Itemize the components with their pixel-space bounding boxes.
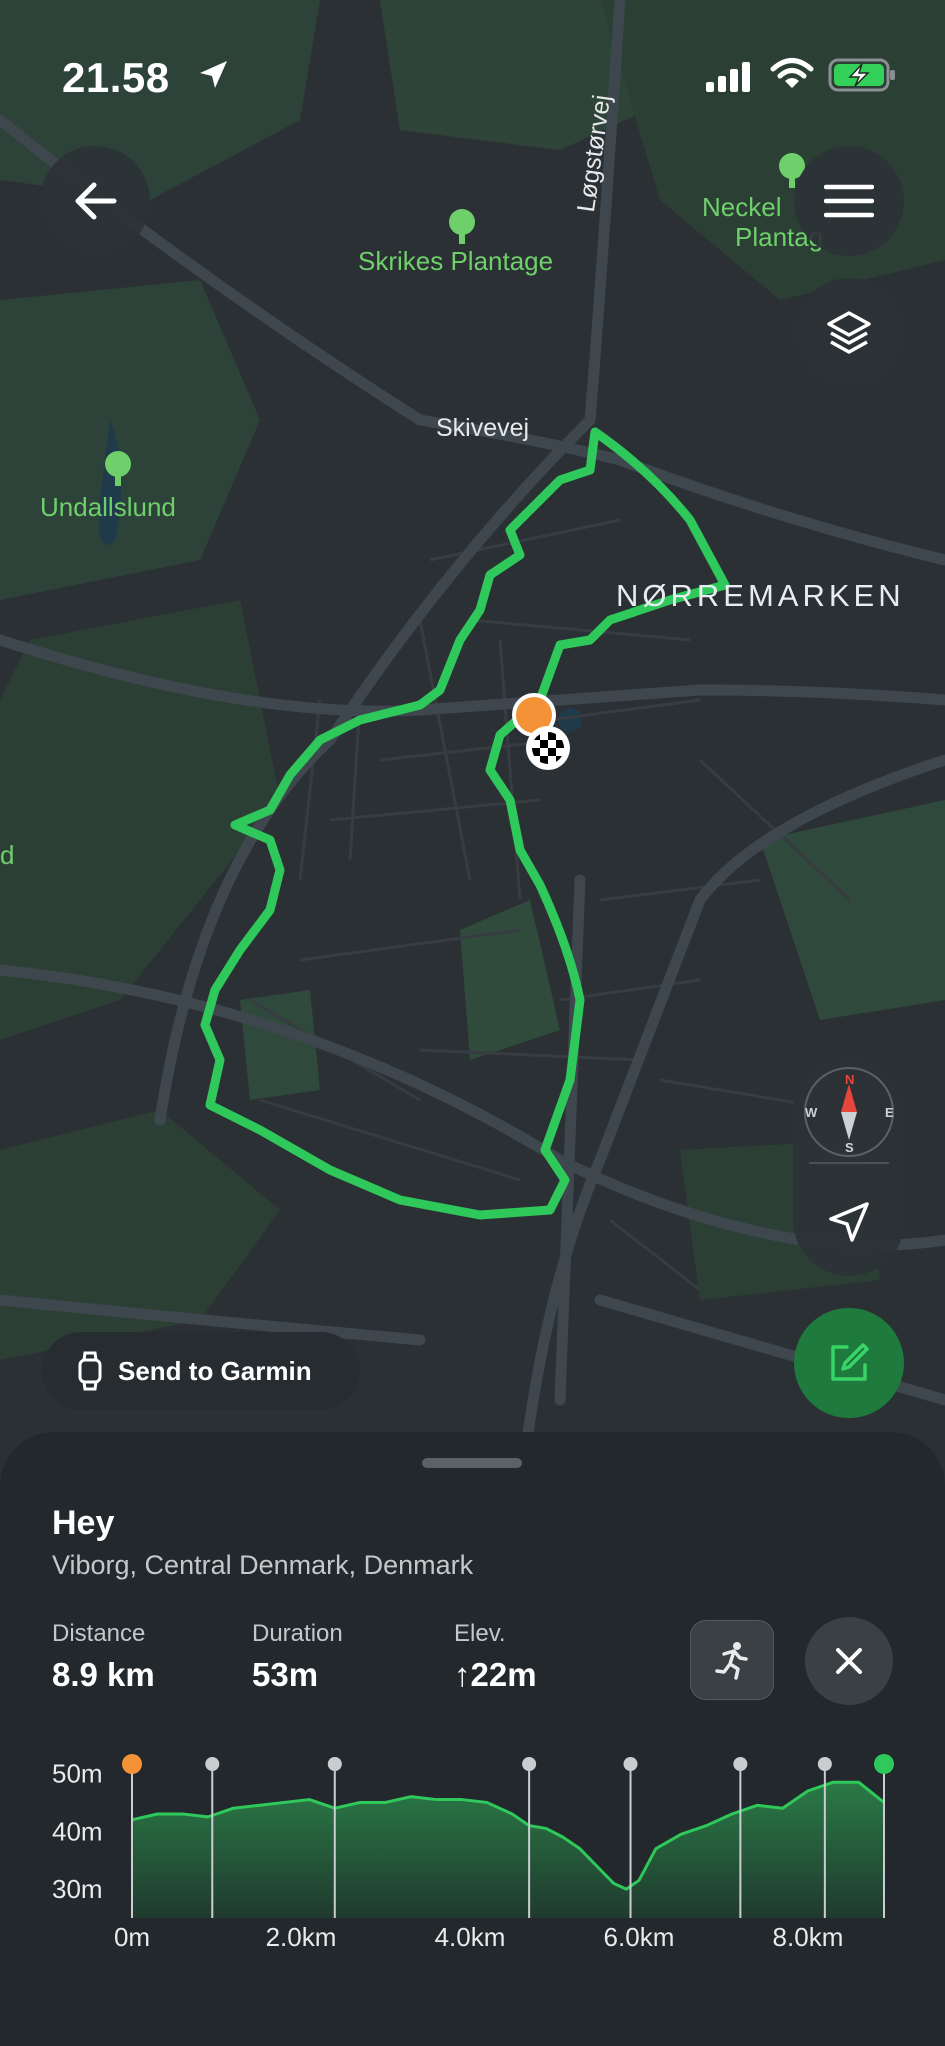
stat-elevation: Elev. ↑22m xyxy=(454,1620,537,1694)
stat-value: ↑22m xyxy=(454,1656,537,1693)
map-label-undallslund: Undallslund xyxy=(40,492,176,522)
compass-w: W xyxy=(805,1105,818,1120)
stat-value: 53m xyxy=(252,1656,319,1693)
route-title: Hey xyxy=(52,1504,115,1542)
route-location: Viborg, Central Denmark, Denmark xyxy=(52,1550,474,1580)
activity-type-button[interactable] xyxy=(690,1620,774,1700)
route-finish-flag-icon[interactable] xyxy=(526,726,570,770)
elevation-profile-chart[interactable]: 50m 40m 30m 0m 2.0km 4.0km 6.0km 8.0km xyxy=(0,1740,945,1970)
waypoint-marker xyxy=(327,1757,342,1771)
signal-icon xyxy=(706,62,750,92)
waypoint-marker xyxy=(733,1757,748,1771)
map-layers-button[interactable] xyxy=(794,278,904,388)
map-controls: N S W E xyxy=(793,1058,905,1276)
x-tick-label: 2.0km xyxy=(266,1922,337,1952)
map-label-neckel: Neckel xyxy=(702,192,782,222)
watch-icon xyxy=(78,1351,102,1391)
stat-label: Duration xyxy=(252,1620,343,1647)
waypoint-marker xyxy=(623,1757,638,1771)
map-label-edge: d xyxy=(0,840,15,870)
wifi-icon xyxy=(770,58,814,88)
sheet-drag-handle[interactable] xyxy=(422,1458,522,1468)
x-tick-label: 8.0km xyxy=(773,1922,844,1952)
edit-route-button[interactable] xyxy=(794,1308,904,1418)
x-tick-label: 0m xyxy=(114,1922,150,1952)
waypoint-marker xyxy=(874,1754,894,1774)
map-label-skivevej: Skivevej xyxy=(436,414,530,442)
divider xyxy=(809,1162,889,1164)
stat-distance: Distance 8.9 km xyxy=(52,1620,155,1694)
stat-value: 8.9 km xyxy=(52,1656,155,1693)
stat-label: Elev. xyxy=(454,1620,506,1647)
send-to-garmin-label: Send to Garmin xyxy=(118,1355,312,1386)
y-tick-label: 50m xyxy=(52,1759,103,1789)
close-button[interactable] xyxy=(805,1617,893,1705)
arrow-left-icon xyxy=(75,182,117,220)
waypoint-marker xyxy=(122,1754,142,1774)
stat-label: Distance xyxy=(52,1620,146,1647)
edit-note-icon xyxy=(831,1343,869,1381)
send-to-garmin-button[interactable]: Send to Garmin xyxy=(42,1332,360,1410)
map-label-skrikes: Skrikes Plantage xyxy=(358,246,554,276)
running-person-icon xyxy=(715,1642,748,1680)
elevation-area xyxy=(132,1782,884,1918)
hamburger-menu-icon xyxy=(824,184,874,218)
compass-n: N xyxy=(845,1072,855,1087)
menu-button[interactable] xyxy=(794,146,904,256)
layers-icon xyxy=(827,311,871,354)
close-icon xyxy=(836,1648,862,1674)
status-bar: 21.58 xyxy=(0,50,945,110)
y-tick-label: 40m xyxy=(52,1816,103,1846)
waypoint-marker xyxy=(817,1757,832,1771)
status-time: 21.58 xyxy=(62,54,170,101)
stat-duration: Duration 53m xyxy=(252,1620,343,1694)
compass-button[interactable]: N S W E xyxy=(793,1058,905,1166)
map-park-area xyxy=(240,990,320,1100)
x-tick-label: 4.0km xyxy=(435,1922,506,1952)
back-button[interactable] xyxy=(40,146,150,256)
compass-s: S xyxy=(845,1140,854,1155)
battery-charging-icon xyxy=(828,58,895,92)
y-tick-label: 30m xyxy=(52,1874,103,1904)
waypoint-marker xyxy=(205,1757,220,1771)
map-label-norremarken: NØRREMARKEN xyxy=(616,578,905,613)
x-tick-label: 6.0km xyxy=(604,1922,675,1952)
compass-e: E xyxy=(885,1105,894,1120)
waypoint-marker xyxy=(522,1757,537,1771)
navigation-arrow-icon xyxy=(829,1202,869,1242)
location-arrow-icon xyxy=(200,61,227,88)
map-water xyxy=(558,708,582,732)
locate-me-button[interactable] xyxy=(793,1168,905,1276)
